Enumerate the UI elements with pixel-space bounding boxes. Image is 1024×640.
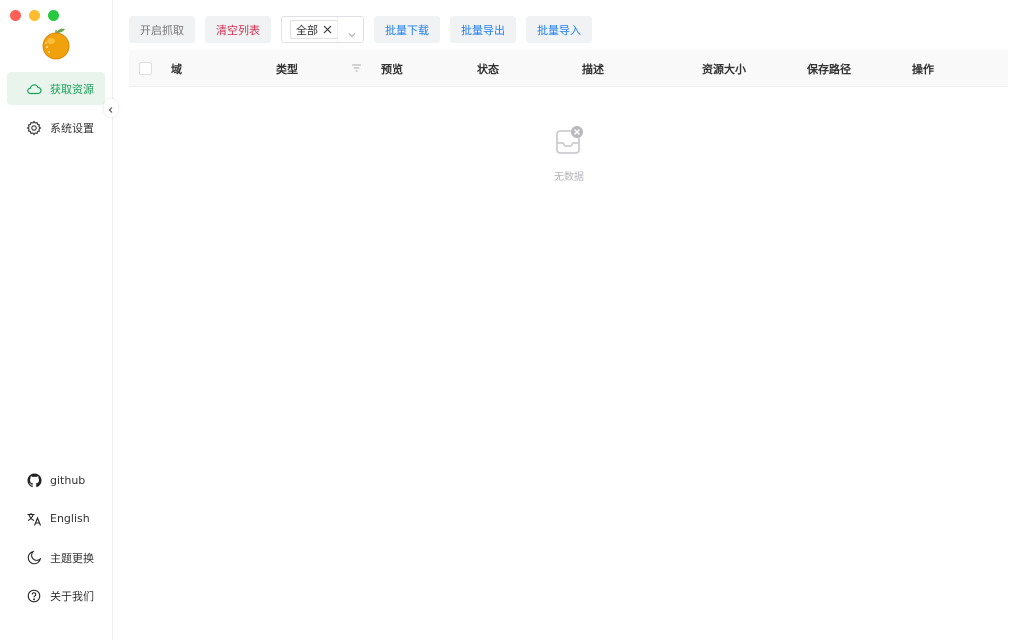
moon-icon: [26, 550, 42, 566]
help-circle-icon: [26, 588, 42, 604]
batch-export-button[interactable]: 批量导出: [450, 16, 516, 43]
column-header-description[interactable]: 描述: [582, 50, 604, 87]
select-divider: [337, 17, 338, 42]
main-content: 开启抓取 清空列表 全部 批量下载 批量导出 批量导入 域 类型 预览 状态 描…: [113, 0, 1024, 640]
empty-text: 无数据: [554, 172, 584, 183]
empty-inbox-icon: [554, 126, 584, 160]
column-header-type[interactable]: 类型: [276, 50, 298, 87]
sidebar-item-label: 获取资源: [50, 82, 94, 96]
filter-tag: 全部: [290, 20, 338, 39]
maximize-window-button[interactable]: [48, 10, 59, 21]
column-header-actions[interactable]: 操作: [912, 50, 934, 87]
column-header-preview[interactable]: 预览: [381, 50, 403, 87]
window-controls: [10, 10, 59, 21]
chevron-down-icon[interactable]: [347, 25, 357, 44]
sidebar-item-get-resources[interactable]: 获取资源: [7, 72, 105, 105]
table-header: 域 类型 预览 状态 描述 资源大小 保存路径 操作: [129, 50, 1008, 87]
select-all-checkbox[interactable]: [139, 62, 152, 75]
filter-tag-label: 全部: [296, 23, 318, 37]
column-header-domain[interactable]: 域: [171, 50, 182, 87]
sidebar-item-label: 主题更换: [50, 551, 94, 565]
empty-state: 无数据: [551, 126, 587, 183]
column-header-status[interactable]: 状态: [477, 50, 499, 87]
sidebar-item-theme[interactable]: 主题更换: [7, 541, 105, 574]
batch-import-button[interactable]: 批量导入: [526, 16, 592, 43]
close-icon[interactable]: [323, 25, 332, 34]
sidebar-item-about[interactable]: 关于我们: [7, 579, 105, 612]
sidebar-item-language[interactable]: English: [7, 502, 105, 535]
clear-list-button[interactable]: 清空列表: [205, 16, 271, 43]
translate-icon: [26, 511, 42, 527]
github-icon: [26, 473, 42, 489]
sidebar-item-label: 关于我们: [50, 589, 94, 603]
gear-icon: [26, 120, 42, 136]
sidebar-item-settings[interactable]: 系统设置: [7, 111, 105, 144]
cloud-icon: [26, 81, 42, 97]
column-header-save-path[interactable]: 保存路径: [807, 50, 851, 87]
column-header-size[interactable]: 资源大小: [702, 50, 746, 87]
toolbar: 开启抓取 清空列表 全部 批量下载 批量导出 批量导入: [129, 16, 602, 43]
close-window-button[interactable]: [10, 10, 21, 21]
sidebar-item-label: English: [50, 512, 90, 525]
filter-icon[interactable]: [351, 63, 362, 76]
start-capture-button[interactable]: 开启抓取: [129, 16, 195, 43]
sidebar-item-label: github: [50, 474, 86, 487]
sidebar-item-github[interactable]: github: [7, 464, 105, 497]
minimize-window-button[interactable]: [29, 10, 40, 21]
batch-download-button[interactable]: 批量下载: [374, 16, 440, 43]
type-filter-select[interactable]: 全部: [281, 16, 364, 43]
app-window: 获取资源 系统设置 github English 主题更换 关于我们 开启抓取 …: [0, 0, 1024, 640]
app-logo: [40, 27, 72, 61]
sidebar-item-label: 系统设置: [50, 121, 94, 135]
sidebar: 获取资源 系统设置 github English 主题更换 关于我们: [0, 0, 118, 640]
